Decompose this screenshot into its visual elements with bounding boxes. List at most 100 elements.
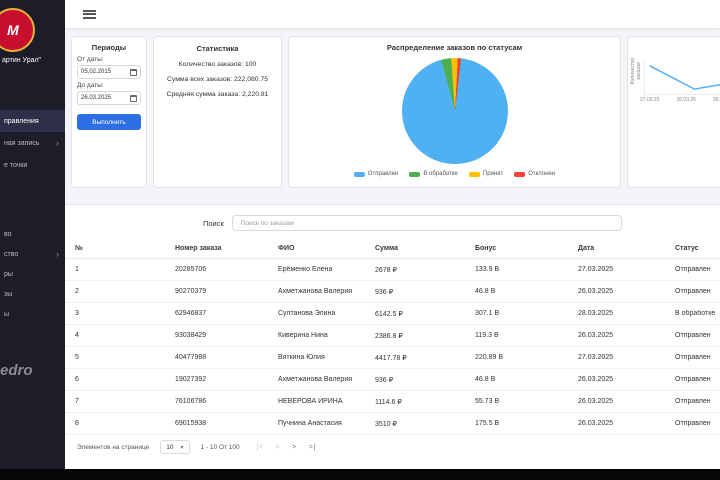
sidebar-item[interactable]: во [0,224,65,244]
cell-order-number: 62946837 [175,310,207,317]
next-page-button[interactable]: > [292,444,297,451]
column-header[interactable]: Статус [675,245,720,252]
cell-status: Отправлен [675,398,711,405]
app-window: М артин Урал" правления ная запись › е т… [0,0,720,480]
table-row[interactable]: 5 40477988 Вяткина Юлия 4417.78 ₽ 220.89… [65,347,720,369]
sidebar-item[interactable]: е точки [0,154,65,176]
cell-sum: 3510 ₽ [375,420,397,428]
stats-title: Статистика [196,44,239,53]
cell-name: Султанова Элина [278,310,336,317]
cell-sum: 2386.8 ₽ [375,332,403,340]
line-chart-card: Количество заказов 27.03.25 26.03.25 26.… [627,36,720,188]
to-date-label: До даты: [77,82,104,89]
legend-swatch [409,171,421,177]
last-page-button[interactable]: >| [309,444,316,451]
cell-date: 26.03.2025 [578,398,614,405]
sidebar-item[interactable]: ство › [0,244,65,264]
sidebar-item[interactable]: ная запись › [0,132,65,154]
to-date-value: 26.03.2025 [81,95,112,101]
cell-name: Пучнина Анастасия [278,420,342,427]
orders-panel: Поиск № Номер заказа ФИО Сумма Бонус Дат… [65,204,720,470]
cell-order-number: 76106786 [175,398,207,405]
table-row[interactable]: 6 19027392 Ахметжанова Валерия 936 ₽ 46.… [65,369,720,391]
sidebar-item[interactable]: зы [0,284,65,304]
chevron-right-icon: › [56,248,59,259]
from-date-value: 05.02.2015 [81,69,112,75]
to-date-input[interactable]: 26.03.2025 [77,91,141,105]
table-row[interactable]: 3 62946837 Султанова Элина 6142.5 ₽ 307.… [65,303,720,325]
table-row[interactable]: 7 76106786 НЕВЕРОВА ИРИНА 1114.6 ₽ 55.73… [65,391,720,413]
cell-order-number: 69015938 [175,420,207,427]
periods-title: Периоды [91,43,127,52]
cell-status: Отправлен [675,420,711,427]
range-label: 1 - 10 От 100 [200,443,240,451]
x-axis-labels: 27.03.25 26.03.25 26.03.25 [640,97,720,103]
cell-date: 28.03.2025 [578,310,614,317]
column-header[interactable]: ФИО [278,245,375,252]
sidebar-item-label: зы [4,290,13,298]
x-tick-label: 26.03.25 [712,97,720,103]
sidebar-watermark: edro [0,362,33,379]
column-header[interactable]: Сумма [375,245,475,252]
search-row: Поиск [65,215,720,231]
cell-sum: 4417.78 ₽ [375,354,407,362]
legend-label: В обработке [423,171,458,177]
cell-index: 7 [75,398,79,405]
cell-index: 1 [75,266,79,273]
stat-orders-average: Средняя сумма заказа: 2,220.81 [166,91,269,98]
cell-bonus: 133.9 В [475,266,500,273]
cell-order-number: 40477988 [175,354,207,361]
sidebar-item-label: ство [4,250,19,258]
column-header[interactable]: Дата [578,245,675,252]
cell-status: Отправлен [675,376,711,383]
from-date-input[interactable]: 05.02.2015 [77,65,141,79]
column-header[interactable]: Бонус [475,245,578,252]
hamburger-menu-icon[interactable] [83,9,96,19]
cell-index: 3 [75,310,79,317]
chevron-right-icon: › [56,137,59,148]
sidebar-item[interactable]: ры [0,264,65,284]
cell-order-number: 90270379 [175,288,207,295]
per-page-select[interactable]: 10 ▾ [160,440,190,454]
cell-index: 5 [75,354,79,361]
cell-status: Отправлен [675,288,711,295]
calendar-icon[interactable] [130,94,137,102]
first-page-button[interactable]: |< [257,444,264,451]
search-input[interactable] [231,215,622,231]
run-button[interactable]: Выполнить [77,114,141,130]
cell-sum: 936 ₽ [375,376,394,384]
sidebar-item-label: во [4,230,12,238]
column-header[interactable]: Номер заказа [175,245,278,252]
table-row[interactable]: 2 90270379 Ахметжанова Валерия 936 ₽ 46.… [65,281,720,303]
sidebar-menu-bottom: во ство › ры зы ы [0,224,65,324]
from-date-label: От даты: [77,56,104,63]
cell-date: 26.03.2025 [578,332,614,339]
cards-row: Периоды От даты: 05.02.2015 До даты: 26.… [65,28,720,188]
pie-legend: Отправлен В обработке Принят Отклонен [353,171,555,177]
pie-card-title: Распределение заказов по статусам [386,43,523,52]
cell-sum: 6142.5 ₽ [375,310,403,318]
sidebar-item[interactable]: ы [0,304,65,324]
cell-index: 8 [75,420,79,427]
table-row[interactable]: 8 69015938 Пучнина Анастасия 3510 ₽ 175.… [65,413,720,435]
calendar-icon[interactable] [130,68,137,76]
cell-bonus: 46.8 В [475,376,496,383]
cell-status: Отправлен [675,266,711,273]
table-row[interactable]: 4 93038429 Киверина Нина 2386.8 ₽ 119.3 … [65,325,720,347]
column-header[interactable]: № [75,245,175,252]
sidebar-item-label: правления [4,117,39,125]
line-chart-path [649,65,720,90]
cell-bonus: 307.1 В [475,310,500,317]
prev-page-button[interactable]: < [276,444,281,451]
table-row[interactable]: 1 20285706 Ерёменко Елена 2678 ₽ 133.9 В… [65,259,720,281]
bottom-bar [0,469,720,480]
sidebar-item-label: ры [4,270,13,278]
sidebar-item[interactable]: правления [0,110,65,132]
table-header-row: № Номер заказа ФИО Сумма Бонус Дата Стат… [65,239,720,259]
brand-logo: М [0,8,35,52]
cell-date: 26.03.2025 [578,376,614,383]
legend-item: В обработке [409,171,458,177]
per-page-value: 10 [166,443,174,451]
cell-name: Вяткина Юлия [278,354,325,361]
cell-index: 6 [75,376,79,383]
